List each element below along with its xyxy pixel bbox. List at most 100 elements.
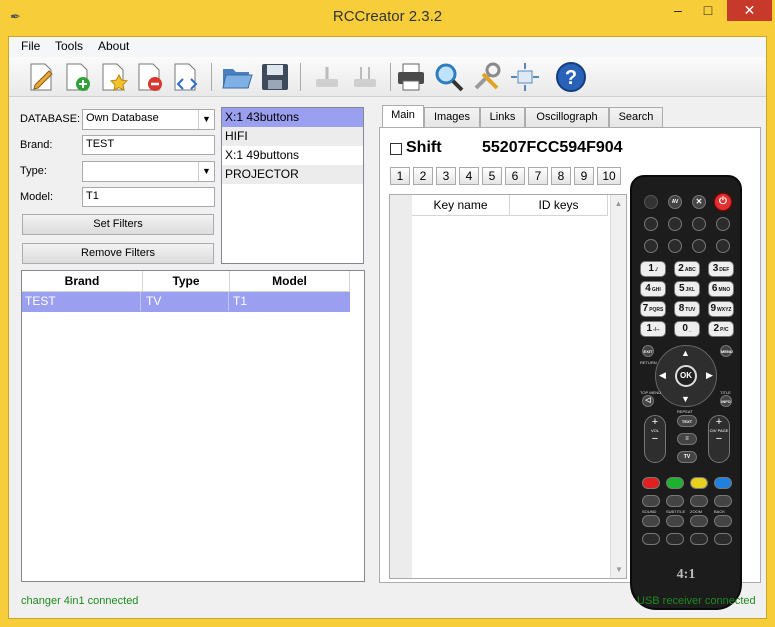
remote-button[interactable] xyxy=(644,217,658,231)
remote-button[interactable] xyxy=(642,495,660,507)
database-select[interactable]: Own Database ▼ xyxy=(82,109,215,130)
tab-links[interactable]: Links xyxy=(480,107,525,127)
close-button[interactable]: ✕ xyxy=(727,0,772,21)
menu-about[interactable]: About xyxy=(98,39,129,53)
add-document-icon[interactable] xyxy=(61,61,93,93)
digit-key[interactable]: 2ABC xyxy=(674,261,700,277)
remote-button[interactable] xyxy=(668,217,682,231)
remote-button[interactable] xyxy=(690,533,708,545)
vertical-scrollbar[interactable]: ▲ ▼ xyxy=(610,195,626,578)
digit-key[interactable]: 6MNO xyxy=(708,281,734,297)
open-folder-icon[interactable] xyxy=(221,61,253,93)
remote-button[interactable] xyxy=(666,533,684,545)
digit-key[interactable]: 4GHI xyxy=(640,281,666,297)
digit-key[interactable]: 2P/C xyxy=(708,321,734,337)
remote-button[interactable] xyxy=(690,495,708,507)
align-icon[interactable] xyxy=(509,61,541,93)
model-input[interactable]: T1 xyxy=(82,187,215,207)
print-icon[interactable] xyxy=(395,61,427,93)
digit-key[interactable]: 0_ xyxy=(674,321,700,337)
yellow-button[interactable] xyxy=(690,477,708,489)
subtitle-icon[interactable]: ≡ xyxy=(677,433,697,445)
arrow-right-icon[interactable]: ▶ xyxy=(706,370,713,381)
menu-file[interactable]: File xyxy=(21,39,40,53)
usb-receiver-icon[interactable] xyxy=(349,61,381,93)
remote-button[interactable] xyxy=(642,515,660,527)
category-item[interactable]: X:1 43buttons xyxy=(222,108,363,127)
layer-button[interactable]: 10 xyxy=(597,167,621,185)
remote-button[interactable] xyxy=(642,533,660,545)
remote-button[interactable] xyxy=(716,239,730,253)
remote-button[interactable] xyxy=(666,515,684,527)
channel-rocker[interactable]: + CH/ PAGE − xyxy=(708,415,730,463)
usb-device-icon[interactable] xyxy=(311,61,343,93)
scroll-down-icon[interactable]: ▼ xyxy=(611,565,627,574)
digit-key[interactable]: 5JKL xyxy=(674,281,700,297)
blue-button[interactable] xyxy=(714,477,732,489)
scroll-up-icon[interactable]: ▲ xyxy=(611,199,626,208)
new-document-icon[interactable] xyxy=(25,61,57,93)
exit-button[interactable]: EXIT xyxy=(642,345,654,357)
remote-button[interactable] xyxy=(644,195,658,209)
volume-rocker[interactable]: + VOL − xyxy=(644,415,666,463)
delete-document-icon[interactable] xyxy=(133,61,165,93)
ok-button[interactable]: OK xyxy=(675,365,697,387)
digit-key[interactable]: 3DEF xyxy=(708,261,734,277)
category-item[interactable]: HIFI xyxy=(222,127,363,146)
layer-button[interactable]: 3 xyxy=(436,167,456,185)
remote-button[interactable] xyxy=(714,533,732,545)
category-item[interactable]: X:1 49buttons xyxy=(222,146,363,165)
column-header-brand[interactable]: Brand xyxy=(22,271,143,292)
av-button[interactable]: AV xyxy=(668,195,682,209)
power-icon[interactable]: ⏻ xyxy=(714,193,732,211)
remote-button[interactable] xyxy=(692,239,706,253)
column-header-key-name[interactable]: Key name xyxy=(412,195,510,216)
tab-search[interactable]: Search xyxy=(609,107,663,127)
table-row[interactable]: TEST TV T1 xyxy=(22,292,350,312)
code-document-icon[interactable] xyxy=(169,61,201,93)
digit-key[interactable]: 8TUV xyxy=(674,301,700,317)
column-header-model[interactable]: Model xyxy=(230,271,350,292)
back-icon[interactable]: ◁ xyxy=(642,395,654,407)
arrow-left-icon[interactable]: ◀ xyxy=(659,370,666,381)
tab-main[interactable]: Main xyxy=(382,105,424,127)
digit-key[interactable]: 1./ xyxy=(640,261,666,277)
help-icon[interactable]: ? xyxy=(555,61,587,93)
minimize-button[interactable]: – xyxy=(664,0,692,21)
remote-button[interactable] xyxy=(690,515,708,527)
menu-tools[interactable]: Tools xyxy=(55,39,83,53)
green-button[interactable] xyxy=(666,477,684,489)
remote-button[interactable] xyxy=(666,495,684,507)
remote-button[interactable] xyxy=(644,239,658,253)
save-icon[interactable] xyxy=(259,61,291,93)
remote-button[interactable] xyxy=(692,217,706,231)
tools-icon[interactable] xyxy=(471,61,503,93)
layer-button[interactable]: 1 xyxy=(390,167,410,185)
brand-input[interactable]: TEST xyxy=(82,135,215,155)
arrow-up-icon[interactable]: ▲ xyxy=(681,348,690,358)
tv-button[interactable]: TV xyxy=(677,451,697,463)
layer-button[interactable]: 9 xyxy=(574,167,594,185)
text-button[interactable]: TEXT xyxy=(677,415,697,427)
search-icon[interactable] xyxy=(433,61,465,93)
layer-button[interactable]: 5 xyxy=(482,167,502,185)
layer-button[interactable]: 6 xyxy=(505,167,525,185)
remote-button[interactable] xyxy=(714,515,732,527)
layer-button[interactable]: 2 xyxy=(413,167,433,185)
arrow-down-icon[interactable]: ▼ xyxy=(681,394,690,404)
remove-filters-button[interactable]: Remove Filters xyxy=(22,243,214,264)
red-button[interactable] xyxy=(642,477,660,489)
digit-key[interactable]: 7PQRS xyxy=(640,301,666,317)
remote-button[interactable] xyxy=(714,495,732,507)
mute-icon[interactable]: ✕ xyxy=(692,195,706,209)
column-header-id-keys[interactable]: ID keys xyxy=(510,195,608,216)
tab-oscillograph[interactable]: Oscillograph xyxy=(525,107,609,127)
column-header-type[interactable]: Type xyxy=(143,271,230,292)
layer-button[interactable]: 8 xyxy=(551,167,571,185)
tab-images[interactable]: Images xyxy=(424,107,480,127)
menu-button[interactable]: MENU xyxy=(720,345,733,357)
category-item[interactable]: PROJECTOR xyxy=(222,165,363,184)
remote-button[interactable] xyxy=(668,239,682,253)
info-button[interactable]: INFO xyxy=(720,395,732,407)
favorite-document-icon[interactable] xyxy=(97,61,129,93)
